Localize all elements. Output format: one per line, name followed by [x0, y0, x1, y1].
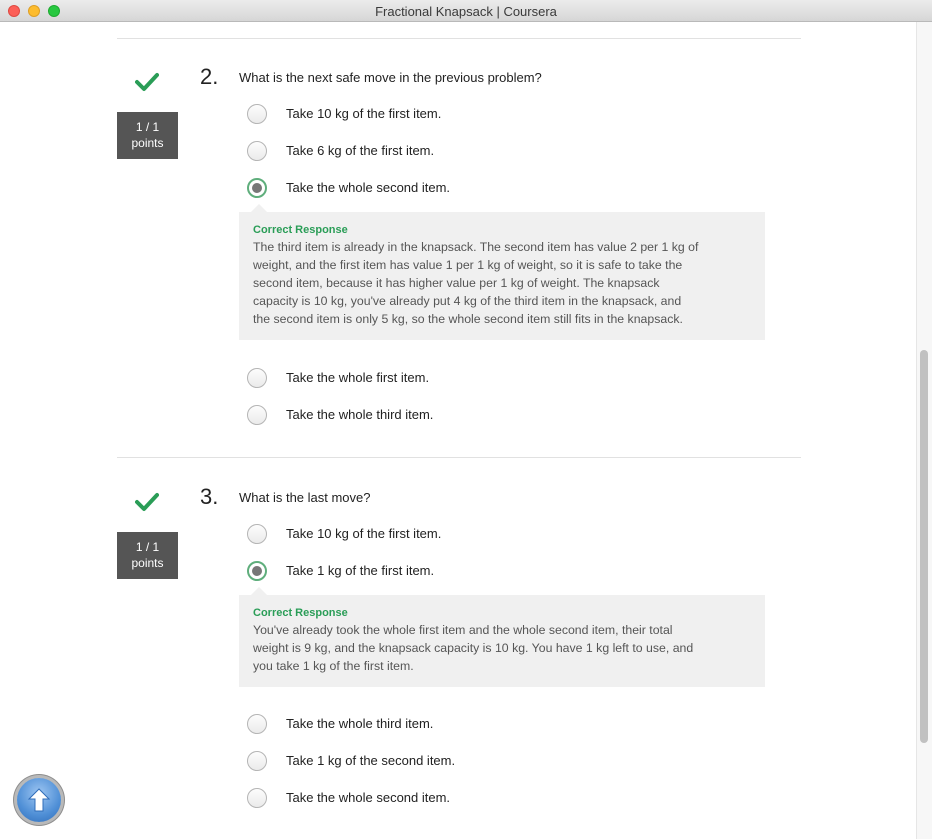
option-label: Take the whole first item.: [286, 370, 430, 385]
answer-option[interactable]: Take 6 kg of the first item.: [247, 141, 767, 163]
feedback-line: capacity is 10 kg, you've already put 4 …: [253, 294, 682, 308]
answer-option[interactable]: Take the whole second item.: [247, 788, 767, 810]
score-value: 1 / 1: [135, 540, 160, 554]
feedback-line: weight, and the first item has value 1 p…: [253, 258, 683, 272]
answer-option-selected[interactable]: Take the whole second item.: [247, 178, 767, 200]
answer-option[interactable]: Take the whole third item.: [247, 405, 767, 427]
scrollbar-thumb[interactable]: [920, 350, 928, 743]
radio-button[interactable]: [247, 788, 267, 808]
option-label: Take 1 kg of the first item.: [286, 563, 435, 578]
feedback-title: Correct Response: [253, 224, 348, 236]
feedback-line: You've already took the whole first item…: [253, 623, 673, 637]
question-divider: [117, 38, 801, 39]
scroll-to-top-button[interactable]: [17, 778, 61, 822]
feedback-line: the second item is only 5 kg, so the who…: [253, 312, 683, 326]
radio-button[interactable]: [247, 405, 267, 425]
answer-option[interactable]: Take the whole third item.: [247, 714, 767, 736]
feedback-text: The third item is already in the knapsac…: [253, 238, 751, 328]
feedback-title: Correct Response: [253, 607, 348, 619]
radio-button[interactable]: [247, 714, 267, 734]
option-label: Take 1 kg of the second item.: [286, 753, 456, 768]
option-label: Take the whole second item.: [286, 180, 451, 195]
answer-option[interactable]: Take 10 kg of the first item.: [247, 524, 767, 546]
radio-button-selected[interactable]: [247, 178, 267, 198]
question-divider: [117, 457, 801, 458]
browser-window: Fractional Knapsack | Coursera 1 / 1 poi…: [0, 0, 932, 839]
option-label: Take the whole third item.: [286, 716, 434, 731]
window-title: Fractional Knapsack | Coursera: [375, 4, 557, 19]
radio-button[interactable]: [247, 524, 267, 544]
feedback-line: second item, because it has higher value…: [253, 276, 660, 290]
option-label: Take 10 kg of the first item.: [286, 526, 442, 541]
radio-button[interactable]: [247, 104, 267, 124]
question-text: What is the last move?: [239, 490, 371, 505]
score-badge: 1 / 1 points: [117, 532, 178, 579]
option-label: Take the whole third item.: [286, 407, 434, 422]
feedback-panel: Correct Response You've already took the…: [239, 587, 765, 687]
score-value: 1 / 1: [135, 120, 160, 134]
feedback-panel: Correct Response The third item is alrea…: [239, 204, 765, 340]
radio-button[interactable]: [247, 368, 267, 388]
checkmark-icon: [135, 73, 159, 91]
feedback-text: You've already took the whole first item…: [253, 621, 751, 675]
answer-option[interactable]: Take the whole first item.: [247, 368, 767, 390]
option-label: Take 6 kg of the first item.: [286, 143, 435, 158]
answer-option[interactable]: Take 1 kg of the second item.: [247, 751, 767, 773]
answer-option-selected[interactable]: Take 1 kg of the first item.: [247, 561, 767, 583]
arrow-up-icon: [27, 788, 51, 812]
radio-button[interactable]: [247, 751, 267, 771]
feedback-line: you take 1 kg of the first item.: [253, 659, 414, 673]
question-number: 2.: [200, 64, 219, 89]
feedback-line: The third item is already in the knapsac…: [253, 240, 699, 254]
option-label: Take the whole second item.: [286, 790, 451, 805]
radio-button-selected[interactable]: [247, 561, 267, 581]
answer-option[interactable]: Take 10 kg of the first item.: [247, 104, 767, 126]
score-badge: 1 / 1 points: [117, 112, 178, 159]
title-bar: Fractional Knapsack | Coursera: [0, 0, 932, 22]
feedback-line: weight is 9 kg, and the knapsack capacit…: [253, 641, 694, 655]
option-label: Take 10 kg of the first item.: [286, 106, 442, 121]
question-number: 3.: [200, 484, 219, 509]
question-text: What is the next safe move in the previo…: [239, 70, 542, 85]
radio-button[interactable]: [247, 141, 267, 161]
score-unit: points: [131, 556, 164, 570]
checkmark-icon: [135, 493, 159, 511]
score-unit: points: [131, 136, 164, 150]
